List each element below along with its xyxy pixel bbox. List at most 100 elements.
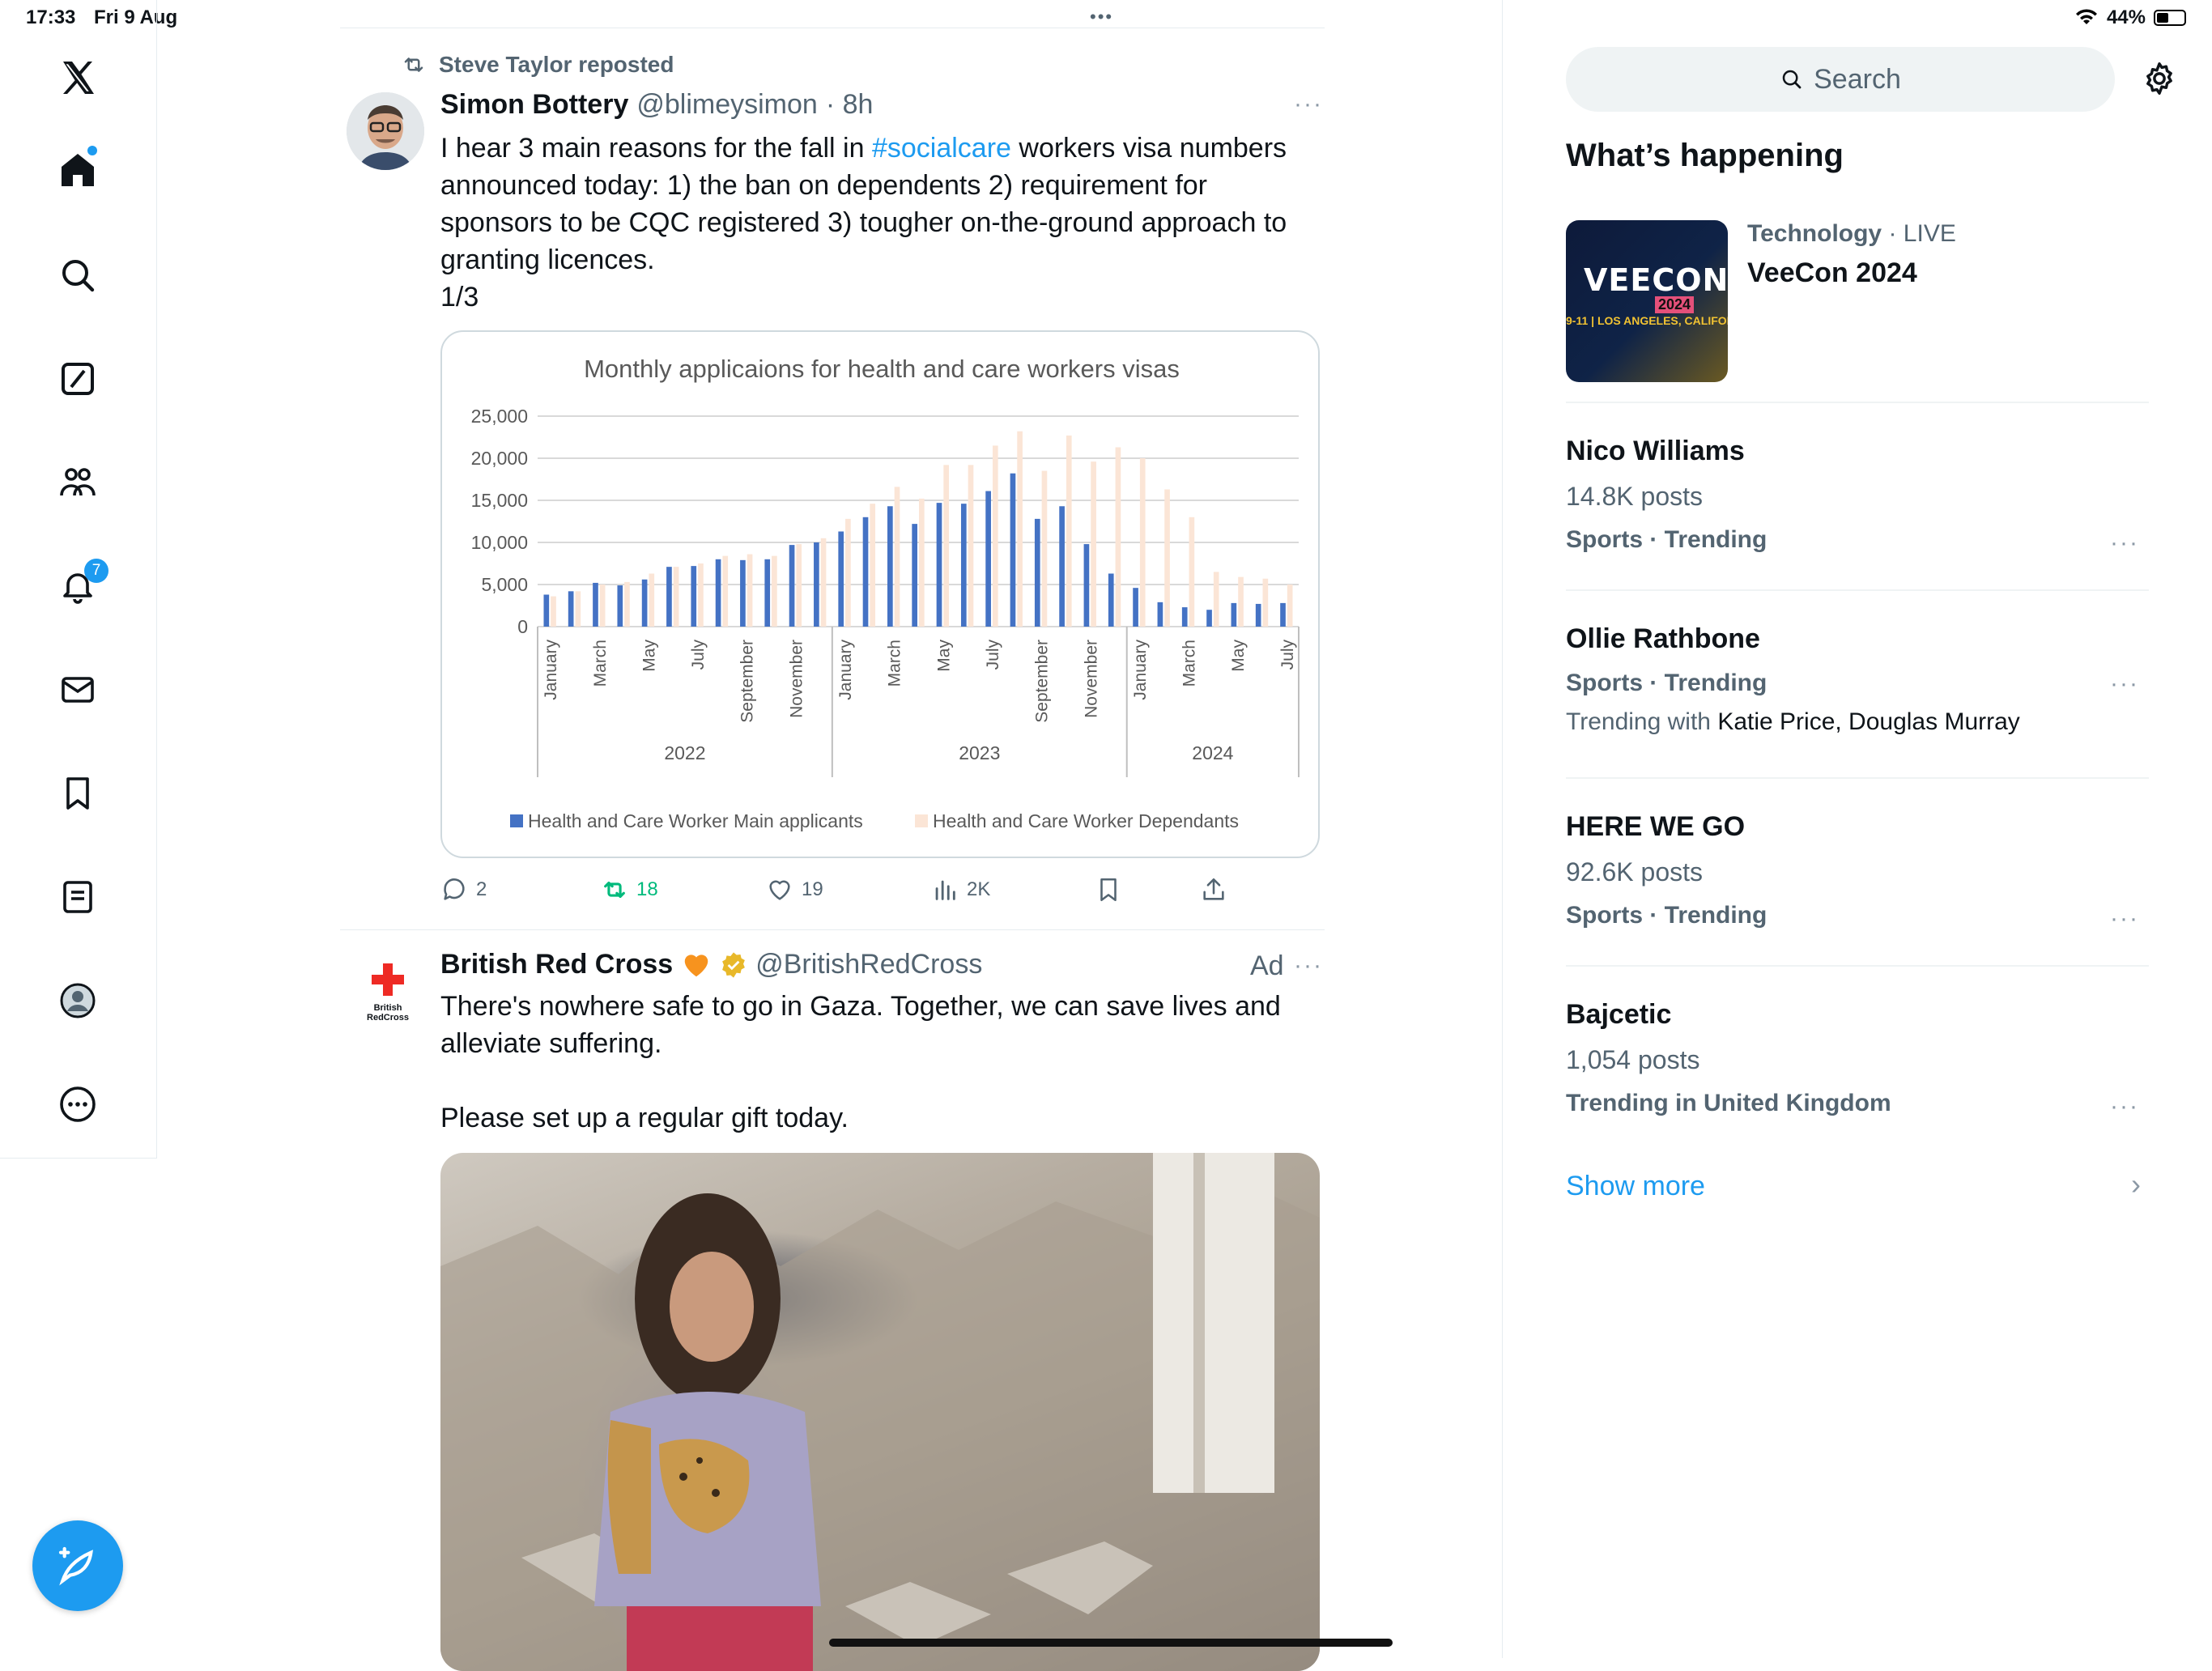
veecon-thumbnail[interactable]: VEECON 2024 9-11 | LOS ANGELES, CALIFORN…: [1566, 220, 1728, 382]
featured-title[interactable]: VeeCon 2024: [1747, 257, 1917, 289]
more-icon[interactable]: [53, 1080, 102, 1129]
trend-post-count: 1,054 posts: [1566, 1045, 1700, 1074]
chart-bar: [543, 594, 550, 627]
trend-category: Sports · Trending: [1566, 526, 1767, 553]
post2-more-button[interactable]: ···: [1294, 952, 1323, 980]
post2-ad-image[interactable]: [440, 1153, 1320, 1671]
visa-chart: Monthly applicaions for health and care …: [471, 355, 1300, 831]
featured-category: Technology: [1747, 220, 1882, 247]
status-right: 44%: [2074, 6, 2186, 29]
trend-more-button-3[interactable]: ···: [2110, 905, 2139, 933]
veecon-thumb-text: VEECON: [1584, 262, 1728, 298]
chart-bar: [1231, 602, 1237, 627]
veecon-thumb-year: 2024: [1655, 296, 1695, 313]
reply-button[interactable]: 2: [440, 876, 487, 904]
chart-bar: [1010, 473, 1016, 627]
trend-title: Ollie Rathbone: [1566, 623, 1760, 654]
chart-bar: [1189, 517, 1195, 627]
chart-bar: [1181, 607, 1188, 627]
rubble-scene-graphic: [440, 1153, 1320, 1671]
search-icon[interactable]: [53, 251, 102, 300]
share-button[interactable]: [1200, 876, 1227, 904]
chart-bar: [764, 559, 771, 627]
top-overflow-dots[interactable]: •••: [1090, 6, 1113, 28]
bookmark-button[interactable]: [1095, 876, 1122, 904]
chart-bar: [887, 506, 893, 627]
chart-xtick-label: March: [591, 640, 610, 687]
profile-icon[interactable]: [53, 976, 102, 1025]
ad-label: Ad: [1250, 950, 1284, 981]
post1-time[interactable]: · 8h: [826, 89, 874, 121]
sidebar-divider-4: [1566, 965, 2149, 967]
x-logo-icon[interactable]: [53, 53, 102, 102]
featured-live: · LIVE: [1888, 220, 1956, 247]
trend-item-ollie-rathbone[interactable]: Ollie Rathbone Sports · Trending Trendin…: [1566, 623, 2020, 736]
chart-ytick-label: 15,000: [471, 490, 528, 511]
post2-author-name[interactable]: British Red Cross: [440, 949, 673, 980]
show-more-link[interactable]: Show more: [1566, 1171, 1705, 1202]
chart-bar: [1115, 447, 1121, 627]
chart-xtick-label: November: [1082, 640, 1100, 718]
chart-xtick-label: January: [836, 640, 855, 700]
gear-icon: [2146, 62, 2172, 95]
trend-category: Sports · Trending: [1566, 902, 1767, 929]
compose-post-button[interactable]: [32, 1520, 123, 1611]
post1-hashtag[interactable]: #socialcare: [872, 133, 1011, 164]
chart-bar: [820, 538, 827, 627]
verified-gold-badge-icon: [722, 951, 746, 978]
simon-bottery-avatar[interactable]: [347, 92, 424, 170]
sidebar-divider-2: [1566, 589, 2149, 591]
repost-active-icon: [604, 881, 625, 899]
grok-icon[interactable]: [53, 355, 102, 403]
post1-author-handle[interactable]: @blimeysimon: [636, 89, 817, 121]
chart-bar: [919, 498, 925, 627]
communities-icon[interactable]: [53, 458, 102, 507]
battery-percent: 44%: [2106, 6, 2146, 28]
featured-meta: Technology · LIVE: [1747, 220, 1956, 248]
chart-bar: [936, 503, 942, 627]
trend-item-here-we-go[interactable]: HERE WE GO 92.6K posts Sports · Trending: [1566, 811, 1767, 929]
chart-bar: [814, 542, 819, 627]
post1-author-name[interactable]: Simon Bottery: [440, 89, 628, 121]
chart-bar: [838, 531, 844, 627]
chart-bar: [943, 465, 949, 627]
like-button[interactable]: 19: [766, 876, 823, 904]
chart-bar: [673, 567, 679, 627]
repost-label[interactable]: Steve Taylor reposted: [439, 52, 674, 78]
chevron-right-icon: ›: [2131, 1167, 2141, 1201]
wifi-icon: [2075, 9, 2097, 24]
search-bar[interactable]: Search: [1566, 47, 2115, 112]
trend-more-button-2[interactable]: ···: [2110, 670, 2139, 698]
chart-bar: [747, 554, 753, 627]
chart-bar: [1066, 435, 1072, 627]
home-indicator[interactable]: [829, 1639, 1393, 1647]
veecon-thumb-sub: 9-11 | LOS ANGELES, CALIFORNIA |: [1566, 314, 1728, 327]
repost-icon: [404, 57, 423, 72]
search-placeholder: Search: [1814, 63, 1901, 95]
trend-more-button-4[interactable]: ···: [2110, 1093, 2139, 1120]
post1-text: I hear 3 main reasons for the fall in #s…: [440, 130, 1323, 316]
post1-header: Simon Bottery @blimeysimon · 8h: [440, 89, 873, 121]
repost-indicator: Steve Taylor reposted: [400, 52, 674, 78]
chart-bar: [1280, 602, 1286, 627]
orange-heart-icon: [684, 954, 708, 976]
trend-item-bajcetic[interactable]: Bajcetic 1,054 posts Trending in United …: [1566, 999, 1891, 1117]
trend-item-nico-williams[interactable]: Nico Williams 14.8K posts Sports · Trend…: [1566, 436, 1767, 554]
post1-more-button[interactable]: ···: [1294, 91, 1323, 118]
settings-button[interactable]: [2141, 60, 2178, 101]
post2-author-handle[interactable]: @BritishRedCross: [755, 949, 982, 980]
chart-bar: [1034, 518, 1040, 627]
post1-chart-image[interactable]: Monthly applicaions for health and care …: [440, 330, 1320, 858]
lists-icon[interactable]: [53, 873, 102, 921]
bookmarks-icon[interactable]: [53, 769, 102, 818]
chart-bar: [796, 544, 802, 627]
views-button[interactable]: 2K: [931, 876, 990, 904]
home-unread-dot: [87, 146, 97, 155]
british-red-cross-avatar[interactable]: British RedCross: [351, 963, 424, 1023]
chart-bar: [968, 465, 974, 627]
repost-button[interactable]: 18: [601, 876, 658, 904]
chart-bar: [624, 581, 630, 627]
messages-icon[interactable]: [53, 665, 102, 714]
trend-more-button-1[interactable]: ···: [2110, 529, 2139, 557]
whats-happening-title: What’s happening: [1566, 138, 1844, 173]
